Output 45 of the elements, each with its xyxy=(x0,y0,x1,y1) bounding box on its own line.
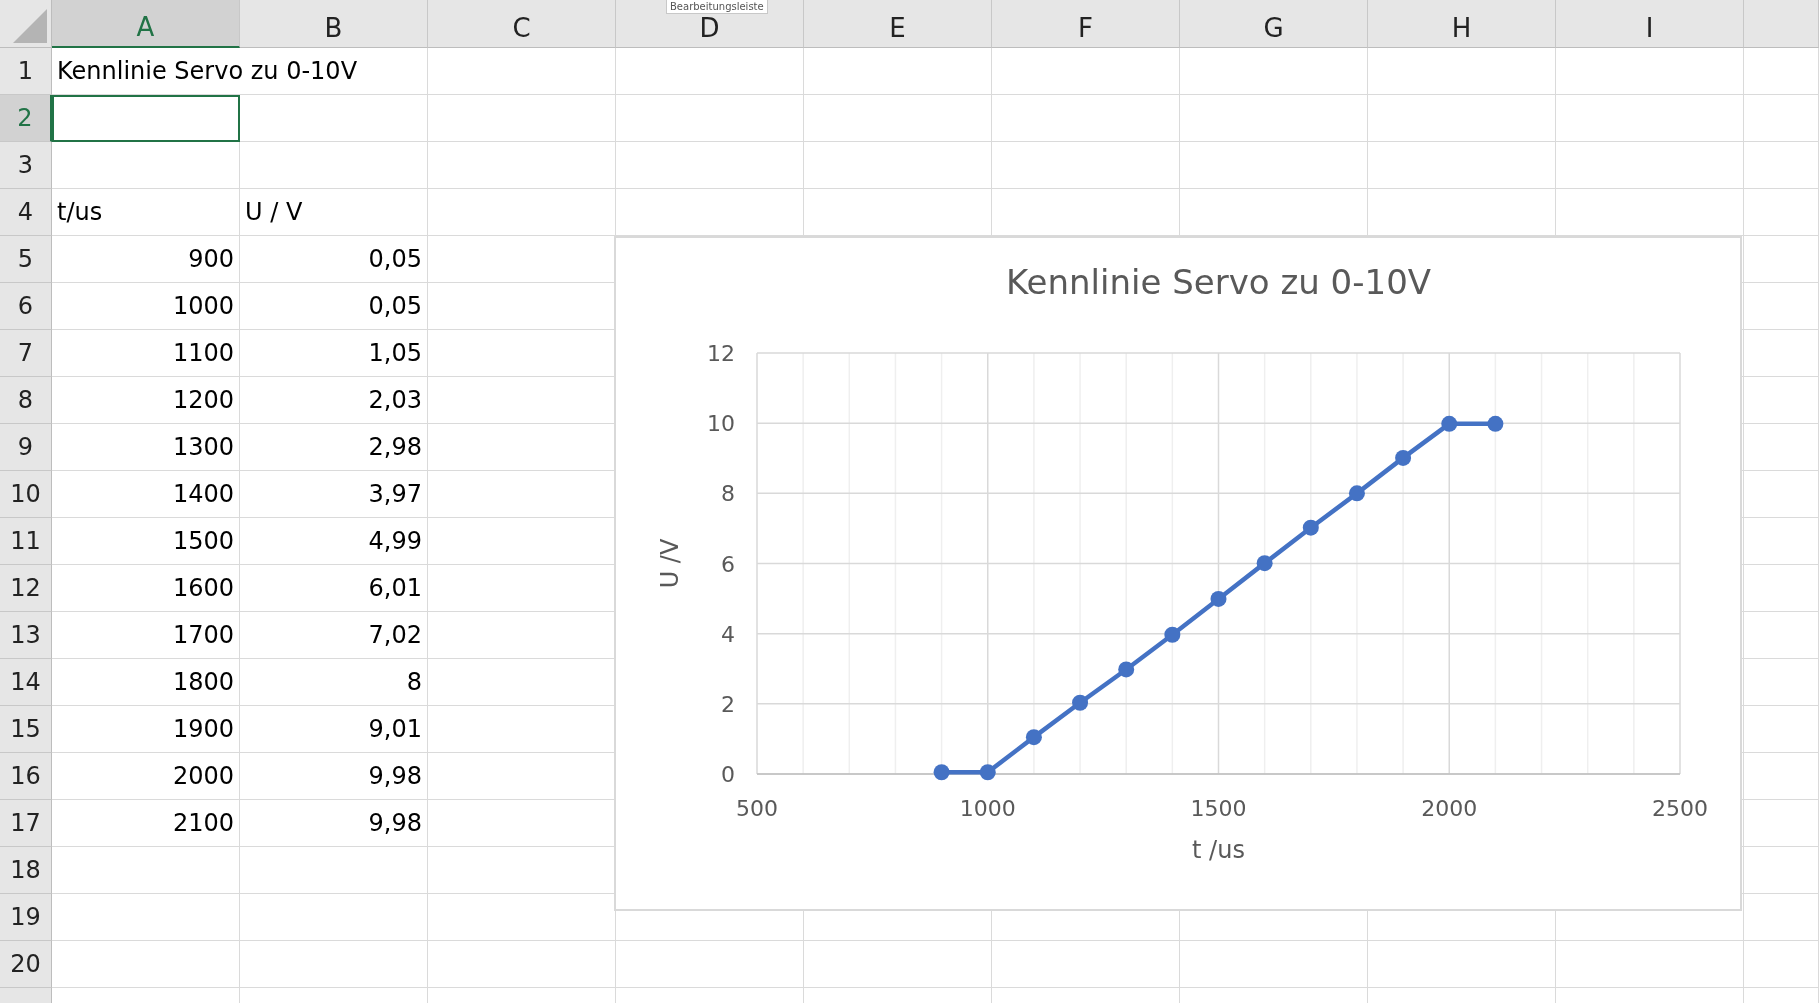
table-cell: 6,01 xyxy=(240,565,428,612)
y-axis-title: U /V xyxy=(656,538,684,589)
table-cell: 1200 xyxy=(52,377,240,424)
x-tick-label: 2500 xyxy=(1652,796,1708,821)
table-cell: 1600 xyxy=(52,565,240,612)
table-cell: 8 xyxy=(240,659,428,706)
table-cell: U / V xyxy=(240,189,428,236)
table-cell: 2,98 xyxy=(240,424,428,471)
x-tick-label: 1500 xyxy=(1190,796,1247,821)
table-cell: 1500 xyxy=(52,518,240,565)
tooltip: Bearbeitungsleiste xyxy=(666,0,768,14)
table-cell: 0,05 xyxy=(240,283,428,330)
table-cell: 1300 xyxy=(52,424,240,471)
x-tick-label: 2000 xyxy=(1421,796,1478,821)
table-cell: 3,97 xyxy=(240,471,428,518)
table-cell: Kennlinie Servo zu 0-10V xyxy=(52,48,428,95)
table-cell: 9,01 xyxy=(240,706,428,753)
y-tick-label: 8 xyxy=(721,481,735,507)
table-cell: 1000 xyxy=(52,283,240,330)
table-cell: 1700 xyxy=(52,612,240,659)
y-tick-label: 12 xyxy=(707,341,735,366)
x-tick-label: 1000 xyxy=(959,796,1016,821)
table-cell: 1100 xyxy=(52,330,240,377)
table-cell: t/us xyxy=(52,189,240,236)
table-cell: 4,99 xyxy=(240,518,428,565)
chart-title: Kennlinie Servo zu 0-10V xyxy=(1005,262,1432,302)
table-cell: 2,03 xyxy=(240,377,428,424)
y-tick-label: 2 xyxy=(721,691,735,717)
x-tick-label: 500 xyxy=(736,796,778,821)
table-cell: 2000 xyxy=(52,753,240,800)
table-cell: 1800 xyxy=(52,659,240,706)
table-cell: 9,98 xyxy=(240,800,428,847)
x-axis-title: t /us xyxy=(1192,836,1245,864)
y-tick-label: 6 xyxy=(721,551,735,577)
table-cell: 1400 xyxy=(52,471,240,518)
table-cell: 1,05 xyxy=(240,330,428,377)
table-cell: 0,05 xyxy=(240,236,428,283)
table-cell: 9,98 xyxy=(240,753,428,800)
table-cell: 1900 xyxy=(52,706,240,753)
y-tick-label: 0 xyxy=(721,762,735,787)
table-cell: 2100 xyxy=(52,800,240,847)
y-tick-label: 10 xyxy=(707,411,735,437)
table-cell: 900 xyxy=(52,236,240,283)
table-cell: 7,02 xyxy=(240,612,428,659)
y-tick-label: 4 xyxy=(721,621,735,647)
